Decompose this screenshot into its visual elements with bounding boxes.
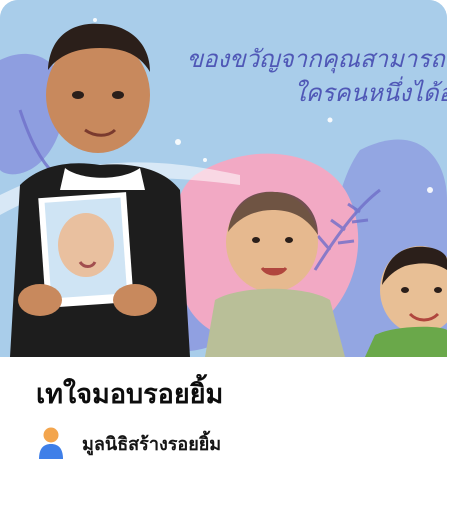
campaign-card[interactable]: ของขวัญจากคุณสามารถเ ใครคนหนึ่งได้อ เทใจ… [0,0,451,508]
person-icon [39,427,63,459]
banner-caption-line2: ใครคนหนึ่งได้อ [293,79,447,107]
banner-caption: ของขวัญจากคุณสามารถเ ใครคนหนึ่งได้อ [187,42,447,110]
campaign-title[interactable]: เทใจมอบรอยยิ้ม [36,372,223,415]
organizer-row[interactable]: มูลนิธิสร้างรอยยิ้ม [38,426,221,460]
banner-caption-line1: ของขวัญจากคุณสามารถเ [186,45,447,73]
campaign-banner-image[interactable]: ของขวัญจากคุณสามารถเ ใครคนหนึ่งได้อ [0,0,447,357]
organizer-name[interactable]: มูลนิธิสร้างรอยยิ้ม [82,429,221,458]
